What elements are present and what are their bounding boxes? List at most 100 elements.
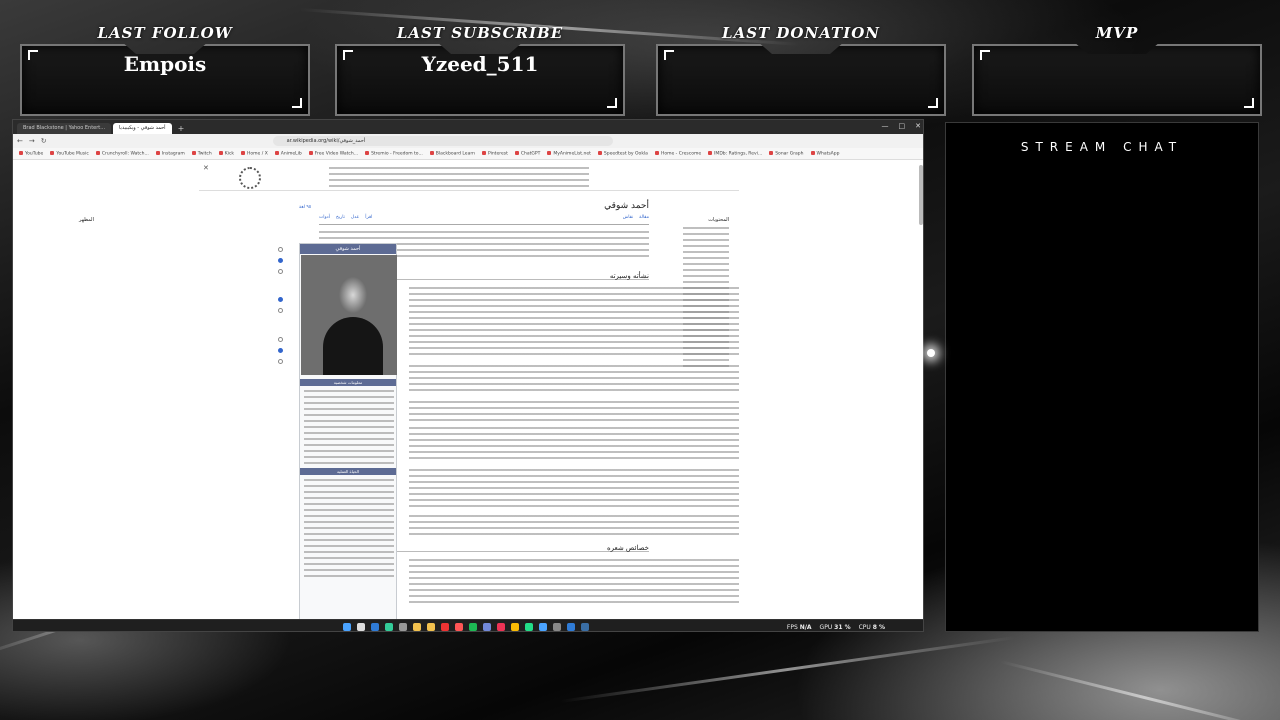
panel-value: Yzeed_511 — [421, 52, 539, 76]
article-paragraph — [409, 515, 739, 535]
chrome-icon[interactable] — [511, 623, 519, 631]
reload-icon[interactable]: ↻ — [41, 137, 47, 145]
app-icon[interactable] — [497, 623, 505, 631]
infobox-section-band: الحياة العملية — [300, 468, 396, 475]
chat-title: STREAM CHAT — [1020, 140, 1184, 154]
bookmark[interactable]: Sonar Graph — [769, 151, 803, 156]
infobox-rows — [304, 390, 394, 464]
scrollbar[interactable] — [919, 165, 923, 225]
bookmark[interactable]: WhatsApp — [811, 151, 840, 156]
panel-value: Empois — [123, 52, 207, 76]
languages-button[interactable]: ٩٥ لغة — [299, 205, 311, 211]
bookmarks-bar: YouTube YouTube Music Crunchyroll: Watch… — [13, 148, 923, 160]
corner-bracket — [928, 98, 938, 108]
radio-option[interactable] — [278, 359, 283, 364]
bookmark[interactable]: Twitch — [192, 151, 212, 156]
app-icon[interactable] — [553, 623, 561, 631]
tab-article[interactable]: مقالة — [639, 215, 649, 224]
sparkle-decoration — [927, 349, 935, 357]
panel-title: MVP — [1095, 24, 1139, 42]
browser-tab[interactable]: Brad Blackstone | Yahoo Entert... — [17, 123, 112, 134]
last-follow-panel: LAST FOLLOW Empois — [20, 20, 310, 116]
app-icon[interactable] — [567, 623, 575, 631]
bookmark[interactable]: YouTube Music — [50, 151, 89, 156]
last-subscribe-panel: LAST SUBSCRIBE Yzeed_511 — [335, 20, 625, 116]
corner-bracket — [292, 98, 302, 108]
minimize-icon[interactable]: — — [882, 120, 889, 133]
new-tab-button[interactable]: + — [174, 123, 189, 134]
forward-icon[interactable]: → — [29, 137, 35, 145]
tab-edit[interactable]: عدل — [351, 215, 359, 224]
close-icon[interactable]: ✕ — [915, 120, 921, 133]
radio-option[interactable] — [278, 308, 283, 313]
app-icon[interactable] — [525, 623, 533, 631]
app-icon[interactable] — [357, 623, 365, 631]
bookmark[interactable]: ChatGPT — [515, 151, 540, 156]
performance-stats: FPS N/A GPU 31 % CPU 8 % — [787, 620, 885, 631]
radio-option[interactable] — [278, 258, 283, 263]
app-icon[interactable] — [539, 623, 547, 631]
bookmark[interactable]: Crunchyroll: Watch... — [96, 151, 149, 156]
bookmark[interactable]: YouTube — [19, 151, 43, 156]
bookmark[interactable]: Home / X — [241, 151, 268, 156]
last-donation-panel: LAST DONATION — [656, 20, 946, 116]
bookmark[interactable]: Blackboard Learn — [430, 151, 475, 156]
radio-option[interactable] — [278, 297, 283, 302]
mvp-panel: MVP — [972, 20, 1262, 116]
tab-read[interactable]: اقرأ — [365, 215, 372, 224]
stream-chat-panel: STREAM CHAT — [945, 122, 1259, 632]
bookmark[interactable]: Free Video Watch... — [309, 151, 358, 156]
bookmark[interactable]: MyAnimeList.net — [547, 151, 591, 156]
article-paragraph — [409, 401, 739, 421]
corner-bracket — [607, 98, 617, 108]
radio-option[interactable] — [278, 337, 283, 342]
app-icon[interactable] — [455, 623, 463, 631]
article-paragraph — [409, 559, 739, 607]
infobox-title: أحمد شوقي — [300, 244, 396, 254]
window-controls: — □ ✕ — [882, 120, 922, 133]
infobox-rows — [304, 479, 394, 579]
app-icon[interactable] — [483, 623, 491, 631]
maximize-icon[interactable]: □ — [899, 120, 906, 133]
bookmark[interactable]: IMDb: Ratings, Revi... — [708, 151, 762, 156]
infobox-section-band: معلومات شخصية — [300, 379, 396, 386]
banner-text — [329, 167, 589, 187]
tab-history[interactable]: تاريخ — [336, 215, 345, 224]
app-icon[interactable] — [441, 623, 449, 631]
app-icon[interactable] — [427, 623, 435, 631]
radio-option[interactable] — [278, 348, 283, 353]
bookmark[interactable]: AnimeLib — [275, 151, 302, 156]
back-icon[interactable]: ← — [17, 137, 23, 145]
tab-talk[interactable]: نقاش — [623, 215, 633, 224]
app-icon[interactable] — [469, 623, 477, 631]
app-icon[interactable] — [371, 623, 379, 631]
article-paragraph — [409, 469, 739, 509]
stream-overlay: LAST FOLLOW Empois LAST SUBSCRIBE Yzeed_… — [0, 0, 1280, 720]
browser-tab-active[interactable]: أحمد شوقي - ويكيبيديا — [113, 123, 172, 134]
app-icon[interactable] — [399, 623, 407, 631]
browser-window: Brad Blackstone | Yahoo Entert... أحمد ش… — [12, 119, 924, 632]
panel-title: LAST FOLLOW — [97, 24, 233, 42]
folder-icon[interactable] — [413, 623, 421, 631]
steam-icon[interactable] — [581, 623, 589, 631]
corner-bracket — [980, 50, 990, 60]
bookmark[interactable]: Kick — [219, 151, 234, 156]
tab-bar: Brad Blackstone | Yahoo Entert... أحمد ش… — [13, 120, 923, 134]
bookmark[interactable]: Stremio - Freedom to... — [365, 151, 423, 156]
appearance-title: المظهر — [79, 217, 94, 223]
radio-option[interactable] — [278, 269, 283, 274]
bookmark[interactable]: Instagram — [156, 151, 185, 156]
close-icon[interactable]: ✕ — [203, 165, 209, 172]
panel-frame — [656, 44, 946, 116]
radio-option[interactable] — [278, 247, 283, 252]
corner-bracket — [1244, 98, 1254, 108]
bookmark[interactable]: Pinterest — [482, 151, 508, 156]
cpu-label: CPU — [858, 623, 871, 631]
bookmark[interactable]: Home - Crescome — [655, 151, 701, 156]
tab-tools[interactable]: أدوات — [319, 215, 330, 224]
corner-bracket — [664, 50, 674, 60]
app-icon[interactable] — [385, 623, 393, 631]
windows-start-icon[interactable] — [343, 623, 351, 631]
address-bar[interactable]: ar.wikipedia.org/wiki/أحمد_شوقي — [272, 136, 613, 146]
bookmark[interactable]: Speedtest by Ookla — [598, 151, 648, 156]
